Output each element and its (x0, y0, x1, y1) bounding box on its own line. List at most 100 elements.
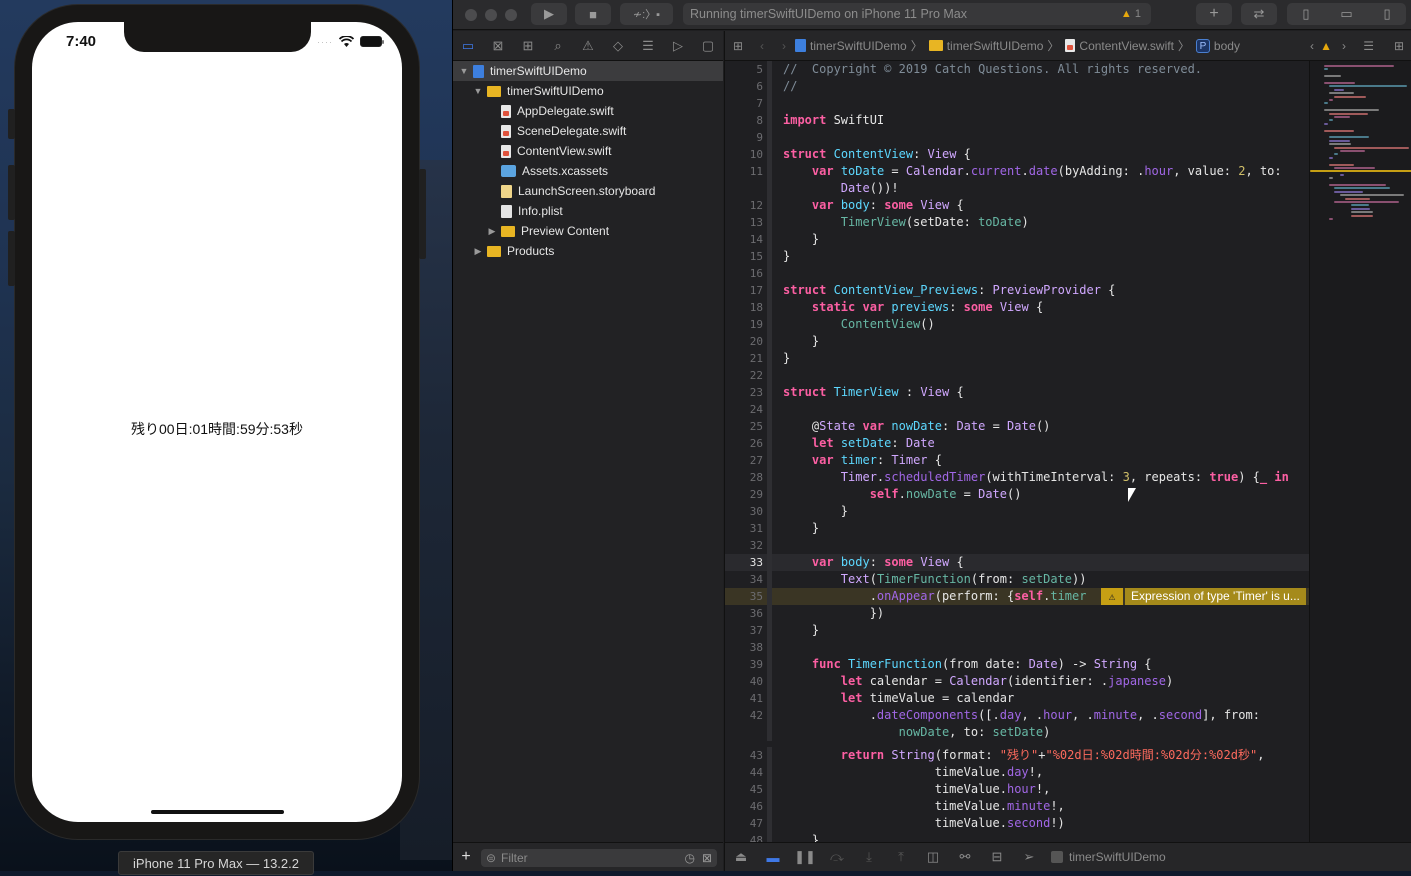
code-line[interactable]: 38 (725, 639, 1309, 656)
line-number[interactable]: 42 (725, 707, 763, 724)
process-selector[interactable]: timerSwiftUIDemo (1051, 850, 1166, 864)
step-out-icon[interactable]: ⤒ (885, 849, 917, 865)
code-ribbon[interactable] (767, 350, 772, 367)
code-line[interactable]: 20 } (725, 333, 1309, 350)
line-number[interactable]: 9 (725, 129, 763, 146)
filter-input[interactable]: ⊜ Filter ◷ ⊠ (481, 849, 717, 867)
line-number[interactable]: 29 (725, 486, 763, 503)
code-ribbon[interactable] (767, 163, 772, 180)
navigator-item[interactable]: ▼ timerSwiftUIDemo (453, 61, 723, 81)
code-line[interactable]: 24 (725, 401, 1309, 418)
code-line[interactable]: 10 struct ContentView: View { (725, 146, 1309, 163)
code-line[interactable]: 22 (725, 367, 1309, 384)
code-line[interactable]: 17 struct ContentView_Previews: PreviewPr… (725, 282, 1309, 299)
recent-files-icon[interactable]: ◷ (685, 849, 695, 867)
code-ribbon[interactable] (767, 299, 772, 316)
find-navigator-icon[interactable]: ⌕ (543, 38, 573, 54)
line-number[interactable]: 12 (725, 197, 763, 214)
code-line[interactable]: 45 timeValue.hour!, (725, 781, 1309, 798)
code-line[interactable]: 39 func TimerFunction(from date: Date) -… (725, 656, 1309, 673)
breakpoint-navigator-icon[interactable]: ▷ (663, 38, 693, 54)
code-line[interactable]: 46 timeValue.minute!, (725, 798, 1309, 815)
code-ribbon[interactable] (767, 214, 772, 231)
project-navigator-icon[interactable]: ▭ (453, 38, 483, 54)
code-line[interactable]: 12 var body: some View { (725, 197, 1309, 214)
breakpoints-toggle-icon[interactable]: ▬ (757, 850, 789, 865)
code-ribbon[interactable] (767, 707, 772, 724)
code-line[interactable]: 37 } (725, 622, 1309, 639)
line-number[interactable]: 39 (725, 656, 763, 673)
code-line[interactable]: 29 self.nowDate = Date() (725, 486, 1309, 503)
line-number[interactable]: 37 (725, 622, 763, 639)
hide-debug-area-icon[interactable]: ⏏ (725, 849, 757, 865)
code-ribbon[interactable] (767, 367, 772, 384)
source-control-filter-icon[interactable]: ⊠ (702, 849, 712, 867)
source-control-navigator-icon[interactable]: ⊠ (483, 38, 513, 54)
code-ribbon[interactable] (767, 418, 772, 435)
line-number[interactable]: 35 (725, 588, 763, 605)
code-line[interactable]: nowDate, to: setDate) (725, 724, 1309, 741)
code-line[interactable]: 31 } (725, 520, 1309, 537)
navigator-item[interactable]: Assets.xcassets (453, 161, 723, 181)
code-ribbon[interactable] (767, 486, 772, 503)
code-ribbon[interactable] (767, 520, 772, 537)
navigator-item[interactable]: ▶ Preview Content (453, 221, 723, 241)
line-number[interactable]: 43 (725, 747, 763, 764)
code-line[interactable]: 44 timeValue.day!, (725, 764, 1309, 781)
step-into-icon[interactable]: ⤓ (853, 849, 885, 865)
code-ribbon[interactable] (767, 832, 772, 842)
test-navigator-icon[interactable]: ◇ (603, 38, 633, 54)
next-issue-icon[interactable]: › (1342, 39, 1346, 53)
code-ribbon[interactable] (767, 605, 772, 622)
code-line[interactable]: 41 let timeValue = calendar (725, 690, 1309, 707)
navigator-item[interactable]: AppDelegate.swift (453, 101, 723, 121)
code-line[interactable]: 43 return String(format: "残り"+"%02d日:%02… (725, 747, 1309, 764)
line-number[interactable]: 16 (725, 265, 763, 282)
code-line[interactable]: 21} (725, 350, 1309, 367)
code-ribbon[interactable] (767, 690, 772, 707)
close-button[interactable] (465, 8, 477, 21)
code-ribbon[interactable] (767, 764, 772, 781)
code-ribbon[interactable] (767, 798, 772, 815)
line-number[interactable]: 38 (725, 639, 763, 656)
code-ribbon[interactable] (767, 673, 772, 690)
code-line[interactable]: 14 } (725, 231, 1309, 248)
line-number[interactable]: 23 (725, 384, 763, 401)
code-line[interactable]: 16 (725, 265, 1309, 282)
code-ribbon[interactable] (767, 588, 772, 605)
warning-count[interactable]: ▲ 1 (1121, 3, 1141, 25)
code-line[interactable]: 8 import SwiftUI (725, 112, 1309, 129)
line-number[interactable]: 10 (725, 146, 763, 163)
line-number[interactable]: 11 (725, 163, 763, 180)
code-ribbon[interactable] (767, 265, 772, 282)
back-arrow-icon[interactable]: ‹ (751, 39, 773, 53)
line-number[interactable]: 34 (725, 571, 763, 588)
code-ribbon[interactable] (767, 452, 772, 469)
minimize-button[interactable] (485, 8, 497, 21)
simulate-location-icon[interactable]: ➢ (1013, 849, 1045, 865)
code-line[interactable]: 23 struct TimerView : View { (725, 384, 1309, 401)
jump-bar-symbol[interactable]: Pbody (1195, 38, 1240, 53)
code-ribbon[interactable] (767, 95, 772, 112)
code-ribbon[interactable] (767, 435, 772, 452)
line-number[interactable]: 20 (725, 333, 763, 350)
symbol-navigator-icon[interactable]: ⊞ (513, 38, 543, 54)
home-indicator[interactable] (151, 810, 284, 814)
line-number[interactable]: 18 (725, 299, 763, 316)
code-ribbon[interactable] (767, 503, 772, 520)
line-number[interactable]: 45 (725, 781, 763, 798)
source-editor[interactable]: 5 // Copyright © 2019 Catch Questions. Al… (724, 61, 1309, 842)
environment-overrides-icon[interactable]: ⊟ (981, 849, 1013, 865)
code-line[interactable]: 48 } (725, 832, 1309, 842)
code-ribbon[interactable] (767, 724, 772, 741)
line-number[interactable]: 28 (725, 469, 763, 486)
code-ribbon[interactable] (767, 282, 772, 299)
disclosure-collapsed-icon[interactable]: ▶ (473, 246, 483, 257)
code-line[interactable]: 6 // (725, 78, 1309, 95)
step-over-icon[interactable]: ⤼ (821, 849, 853, 865)
line-number[interactable]: 26 (725, 435, 763, 452)
code-ribbon[interactable] (767, 197, 772, 214)
line-number[interactable]: 32 (725, 537, 763, 554)
code-line[interactable]: 27 var timer: Timer { (725, 452, 1309, 469)
line-number[interactable]: 5 (725, 61, 763, 78)
